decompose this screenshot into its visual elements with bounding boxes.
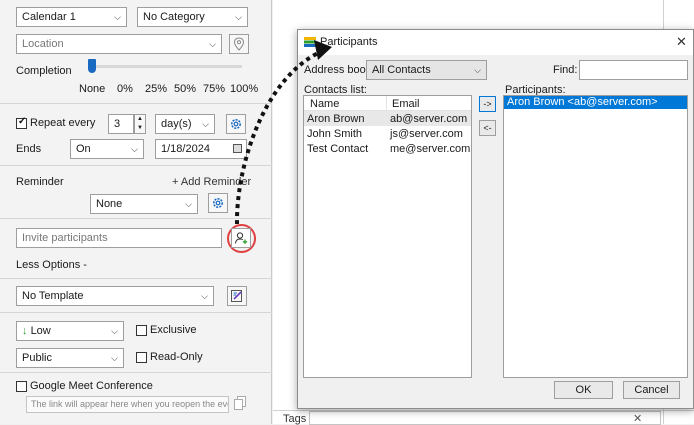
annotation-arrow xyxy=(234,40,332,225)
